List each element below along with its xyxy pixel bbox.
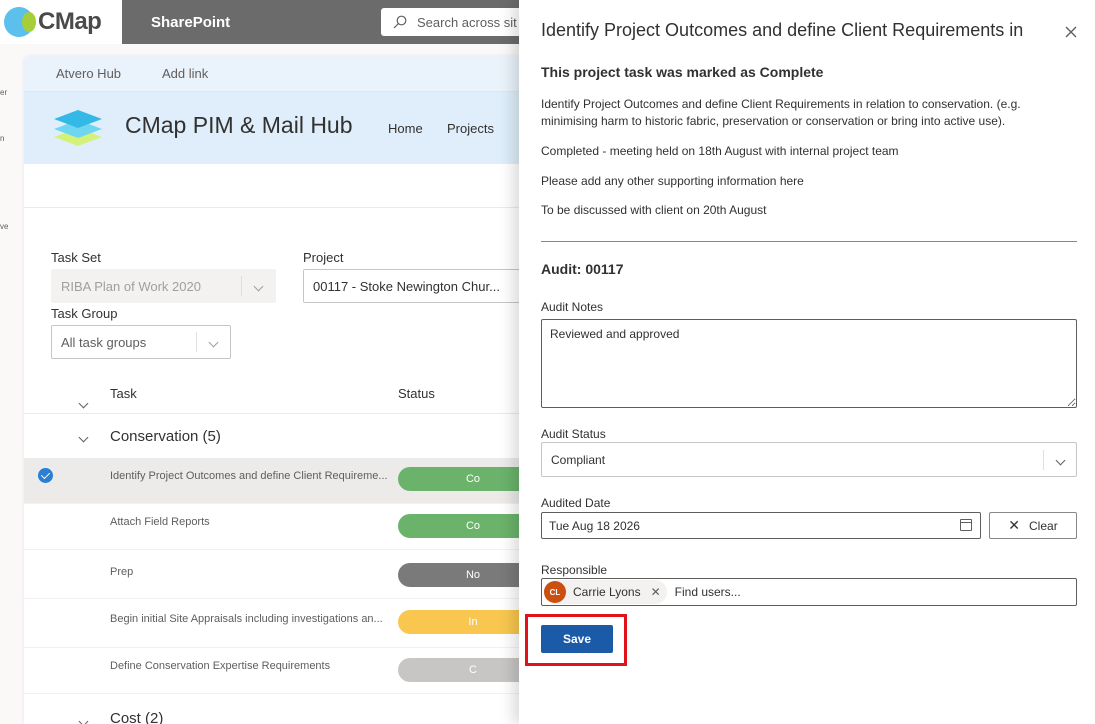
- checkmark-circle-icon[interactable]: [38, 468, 53, 483]
- group-label: Conservation (5): [110, 428, 221, 445]
- task-group-dropdown[interactable]: All task groups: [51, 325, 231, 359]
- search-box[interactable]: [381, 8, 541, 36]
- audited-date-picker[interactable]: Tue Aug 18 2026: [541, 512, 981, 539]
- divider: [24, 207, 544, 208]
- task-name[interactable]: Prep: [110, 566, 390, 578]
- audit-heading: Audit: 00117: [541, 261, 624, 277]
- task-note: To be discussed with client on 20th Augu…: [541, 203, 767, 217]
- table-row[interactable]: Identify Project Outcomes and define Cli…: [24, 458, 544, 504]
- column-status[interactable]: Status: [398, 386, 435, 401]
- chevron-down-icon[interactable]: [78, 712, 89, 724]
- site-header: CMap PIM & Mail Hub Home Projects: [24, 92, 544, 164]
- group-header-cost[interactable]: Cost (2): [24, 696, 544, 724]
- project-value: 00117 - Stoke Newington Chur...: [313, 278, 500, 294]
- nav-home[interactable]: Home: [388, 121, 423, 136]
- table-row[interactable]: Prep No: [24, 553, 544, 599]
- brand-name: CMap: [38, 8, 102, 35]
- task-set-value: RIBA Plan of Work 2020: [61, 278, 201, 294]
- table-header: Task Status: [24, 374, 544, 414]
- task-set-label: Task Set: [51, 250, 101, 265]
- audited-date-label: Audited Date: [541, 496, 611, 510]
- divider: [541, 241, 1077, 242]
- search-icon: [393, 15, 407, 29]
- chevron-down-icon: [241, 276, 275, 296]
- task-name[interactable]: Define Conservation Expertise Requiremen…: [110, 660, 390, 672]
- close-icon: ✕: [1008, 517, 1021, 533]
- hub-bar: Atvero Hub Add link: [24, 56, 544, 92]
- audit-status-dropdown[interactable]: Compliant: [541, 442, 1077, 477]
- site-title[interactable]: CMap PIM & Mail Hub: [125, 112, 353, 139]
- project-dropdown[interactable]: 00117 - Stoke Newington Chur...: [303, 269, 544, 303]
- search-input[interactable]: [417, 14, 517, 30]
- task-note: Please add any other supporting informat…: [541, 174, 804, 188]
- table-row[interactable]: Define Conservation Expertise Requiremen…: [24, 648, 544, 694]
- layers-logo-icon: [54, 110, 102, 146]
- clear-date-button[interactable]: ✕ Clear: [989, 512, 1077, 539]
- avatar: CL: [544, 581, 566, 603]
- task-name[interactable]: Begin initial Site Appraisals including …: [110, 613, 390, 625]
- column-task[interactable]: Task: [110, 386, 137, 401]
- task-group-value: All task groups: [61, 334, 147, 350]
- highlight-box: [525, 614, 627, 666]
- nav-projects[interactable]: Projects: [447, 121, 494, 136]
- left-nav-fragment: n: [0, 134, 5, 143]
- find-users-input[interactable]: [674, 585, 830, 599]
- left-nav-fragment: er: [0, 88, 8, 97]
- task-name[interactable]: Identify Project Outcomes and define Cli…: [110, 470, 390, 482]
- task-set-dropdown: RIBA Plan of Work 2020: [51, 269, 276, 303]
- calendar-icon[interactable]: [960, 519, 972, 531]
- hub-link-atvero[interactable]: Atvero Hub: [56, 66, 121, 81]
- task-group-label: Task Group: [51, 306, 118, 321]
- site-page: Atvero Hub Add link CMap PIM & Mail Hub …: [24, 56, 544, 724]
- table-row[interactable]: Attach Field Reports Co: [24, 504, 544, 550]
- suite-app-name[interactable]: SharePoint: [151, 14, 230, 31]
- people-picker[interactable]: CL Carrie Lyons ✕: [541, 578, 1077, 606]
- audit-notes-label: Audit Notes: [541, 300, 604, 314]
- table-row[interactable]: Begin initial Site Appraisals including …: [24, 602, 544, 648]
- project-label: Project: [303, 250, 344, 265]
- audited-date-value: Tue Aug 18 2026: [549, 518, 640, 533]
- persona-name: Carrie Lyons: [573, 585, 641, 599]
- audit-notes-field[interactable]: [541, 319, 1077, 408]
- remove-icon[interactable]: ✕: [651, 585, 661, 599]
- persona-chip[interactable]: CL Carrie Lyons ✕: [544, 580, 667, 604]
- clear-label: Clear: [1029, 518, 1058, 533]
- left-nav-fragment: ve: [0, 222, 9, 231]
- group-header-conservation[interactable]: Conservation (5): [24, 414, 544, 458]
- chevron-down-icon: [1043, 450, 1076, 470]
- add-link[interactable]: Add link: [162, 66, 208, 81]
- chevron-down-icon: [196, 332, 230, 352]
- status-heading: This project task was marked as Complete: [541, 64, 824, 80]
- task-name[interactable]: Attach Field Reports: [110, 516, 390, 528]
- audit-status-label: Audit Status: [541, 427, 606, 441]
- panel-title: Identify Project Outcomes and define Cli…: [541, 20, 1024, 40]
- task-note: Completed - meeting held on 18th August …: [541, 144, 899, 158]
- cmap-logo-icon: [4, 7, 36, 37]
- responsible-label: Responsible: [541, 563, 608, 577]
- brand-logo[interactable]: CMap: [0, 0, 122, 44]
- close-icon[interactable]: [1059, 20, 1083, 44]
- group-label: Cost (2): [110, 710, 164, 724]
- chevron-down-icon[interactable]: [78, 428, 89, 446]
- audit-status-value: Compliant: [551, 452, 606, 467]
- task-description: Identify Project Outcomes and define Cli…: [541, 97, 1021, 128]
